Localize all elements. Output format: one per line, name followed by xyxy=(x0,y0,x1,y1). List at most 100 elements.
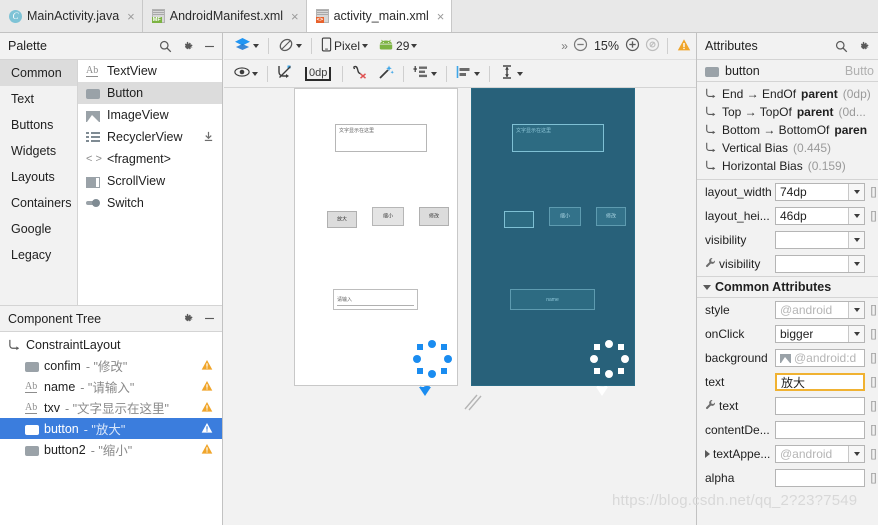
tab-activity-main-xml[interactable]: <> activity_main.xml × xyxy=(306,0,453,32)
palette-item-switch[interactable]: Switch xyxy=(78,192,222,214)
palette-category-widgets[interactable]: Widgets xyxy=(0,138,77,164)
preview-edittext-name[interactable]: 请输入 xyxy=(333,289,418,310)
clear-constraints-button[interactable] xyxy=(347,63,373,85)
common-attributes-section[interactable]: Common Attributes xyxy=(697,276,878,298)
resource-picker-icon[interactable]: [] xyxy=(869,210,878,222)
device-selector[interactable]: Pixel xyxy=(316,35,373,57)
toolbar-overflow-button[interactable]: » xyxy=(557,39,571,53)
resource-picker-icon[interactable]: [] xyxy=(869,328,878,340)
selected-component-row[interactable]: button Butto xyxy=(697,60,878,82)
palette-item-imageview[interactable]: ImageView xyxy=(78,104,222,126)
style-field[interactable]: @android xyxy=(775,301,865,319)
palette-item-button[interactable]: Button xyxy=(78,82,222,104)
align-button[interactable] xyxy=(451,63,485,85)
layout-height-field[interactable]: 46dp xyxy=(775,207,865,225)
warning-icon[interactable] xyxy=(201,401,213,416)
download-icon[interactable] xyxy=(203,131,214,145)
tab-androidmanifest-xml[interactable]: MF AndroidManifest.xml × xyxy=(142,0,307,32)
resource-picker-icon[interactable]: [] xyxy=(869,448,878,460)
view-options-button[interactable] xyxy=(229,63,263,85)
close-icon[interactable]: × xyxy=(127,10,135,23)
text-appearance-field[interactable]: @android xyxy=(775,445,865,463)
gear-icon[interactable] xyxy=(181,40,194,53)
palette-category-google[interactable]: Google xyxy=(0,216,77,242)
chevron-down-icon[interactable] xyxy=(848,256,864,272)
tab-mainactivity-java[interactable]: C MainActivity.java × xyxy=(0,0,143,32)
chevron-down-icon[interactable] xyxy=(848,326,864,342)
tree-item-name[interactable]: Ab name - "请输入" xyxy=(0,376,222,397)
api-level-selector[interactable]: 29 xyxy=(373,35,422,57)
prop-visibility[interactable]: visibility xyxy=(697,228,878,252)
search-icon[interactable] xyxy=(159,40,172,53)
constraint-top[interactable]: Top → TopOf parent (0d... xyxy=(697,103,878,121)
tree-item-button2[interactable]: button2 - "缩小" xyxy=(0,439,222,460)
chevron-down-icon[interactable] xyxy=(848,184,864,200)
design-canvas[interactable]: 文字显示在这里 放大 缩小 修改 请输入 文字显示在这里 缩小 修改 name xyxy=(224,88,696,525)
prop-tools-visibility[interactable]: visibility xyxy=(697,252,878,276)
resource-picker-icon[interactable]: [] xyxy=(869,424,878,436)
blueprint-textview-txv[interactable]: 文字显示在这里 xyxy=(512,124,604,152)
palette-category-common[interactable]: Common xyxy=(0,60,77,86)
autoconnect-button[interactable] xyxy=(272,63,298,85)
preview-button-shrink[interactable]: 缩小 xyxy=(372,207,404,226)
search-icon[interactable] xyxy=(835,40,848,53)
tree-item-constraintlayout[interactable]: ConstraintLayout xyxy=(0,334,222,355)
prop-tools-text[interactable]: text [] xyxy=(697,394,878,418)
preview-button-confirm[interactable]: 修改 xyxy=(419,207,449,226)
preview-textview-txv[interactable]: 文字显示在这里 xyxy=(335,124,427,152)
prop-content-description[interactable]: contentDe... [] xyxy=(697,418,878,442)
palette-item-textview[interactable]: Ab TextView xyxy=(78,60,222,82)
device-preview-blueprint[interactable]: 文字显示在这里 缩小 修改 name xyxy=(471,88,635,386)
canvas-resize-grip[interactable] xyxy=(462,393,484,413)
tree-item-txv[interactable]: Ab txv - "文字显示在这里" xyxy=(0,397,222,418)
constraint-end[interactable]: End → EndOf parent (0dp) xyxy=(697,85,878,103)
palette-category-text[interactable]: Text xyxy=(0,86,77,112)
palette-category-legacy[interactable]: Legacy xyxy=(0,242,77,268)
prop-text[interactable]: text 放大 [] xyxy=(697,370,878,394)
warning-icon[interactable] xyxy=(201,359,213,374)
default-margin-button[interactable]: 0dp xyxy=(298,63,338,85)
prop-background[interactable]: background @android:d [] xyxy=(697,346,878,370)
layout-width-field[interactable]: 74dp xyxy=(775,183,865,201)
prop-text-appearance[interactable]: textAppe... @android [] xyxy=(697,442,878,466)
prop-alpha[interactable]: alpha [] xyxy=(697,466,878,490)
gear-icon[interactable] xyxy=(857,40,870,53)
visibility-field[interactable] xyxy=(775,231,865,249)
resource-picker-icon[interactable]: [] xyxy=(869,376,878,388)
chevron-down-icon[interactable] xyxy=(848,446,864,462)
warning-icon[interactable] xyxy=(201,422,213,437)
close-icon[interactable]: × xyxy=(437,10,445,23)
palette-item-fragment[interactable]: < > <fragment> xyxy=(78,148,222,170)
chevron-down-icon[interactable] xyxy=(848,232,864,248)
palette-category-containers[interactable]: Containers xyxy=(0,190,77,216)
blueprint-button-enlarge[interactable] xyxy=(504,211,534,228)
constraint-horizontal-bias[interactable]: Horizontal Bias (0.159) xyxy=(697,157,878,175)
palette-item-recyclerview[interactable]: RecyclerView xyxy=(78,126,222,148)
minimize-icon[interactable] xyxy=(203,312,216,325)
resource-picker-icon[interactable]: [] xyxy=(869,186,878,198)
onclick-field[interactable]: bigger xyxy=(775,325,865,343)
preview-button-enlarge[interactable]: 放大 xyxy=(327,211,357,228)
palette-category-buttons[interactable]: Buttons xyxy=(0,112,77,138)
tree-item-confim[interactable]: confim - "修改" xyxy=(0,355,222,376)
tools-text-field[interactable] xyxy=(775,397,865,415)
minimize-icon[interactable] xyxy=(203,40,216,53)
palette-category-layouts[interactable]: Layouts xyxy=(0,164,77,190)
constraint-vertical-bias[interactable]: Vertical Bias (0.445) xyxy=(697,139,878,157)
warning-icon[interactable] xyxy=(672,38,696,55)
tools-visibility-field[interactable] xyxy=(775,255,865,273)
chevron-down-icon[interactable] xyxy=(848,208,864,224)
zoom-to-fit-icon[interactable] xyxy=(642,37,663,55)
constraint-bottom[interactable]: Bottom → BottomOf paren xyxy=(697,121,878,139)
warning-icon[interactable] xyxy=(201,443,213,458)
blueprint-button-shrink[interactable]: 缩小 xyxy=(549,207,581,226)
orientation-button[interactable] xyxy=(273,35,307,57)
palette-item-scrollview[interactable]: ScrollView xyxy=(78,170,222,192)
blueprint-button-confirm[interactable]: 修改 xyxy=(596,207,626,226)
background-field[interactable]: @android:d xyxy=(775,349,865,367)
prop-layout-height[interactable]: layout_hei... 46dp [] xyxy=(697,204,878,228)
prop-label-expandable[interactable]: textAppe... xyxy=(705,447,771,461)
prop-layout-width[interactable]: layout_width 74dp [] xyxy=(697,180,878,204)
zoom-in-icon[interactable] xyxy=(623,37,642,55)
design-mode-button[interactable] xyxy=(229,35,264,57)
